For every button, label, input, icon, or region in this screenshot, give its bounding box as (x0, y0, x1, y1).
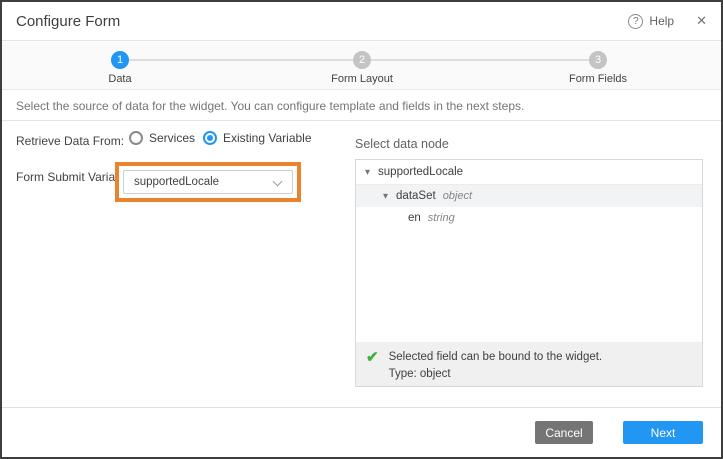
dialog-header: Configure Form ? Help ✕ (2, 2, 721, 41)
tree-node-label: en (408, 212, 421, 224)
dialog-content: Retrieve Data From: Services Existing Va… (2, 122, 721, 406)
radio-services[interactable]: Services (129, 131, 195, 145)
header-actions: ? Help ✕ (628, 13, 707, 29)
step-1-indicator[interactable]: 1 (111, 51, 129, 69)
tree-node-dataset[interactable]: ▾ dataSet object (356, 185, 702, 207)
data-node-tree: ▾ supportedLocale ▾ dataSet object en st… (355, 159, 703, 387)
radio-services-circle[interactable] (129, 131, 143, 145)
form-submit-variable-value: supportedLocale (134, 176, 219, 188)
page-title: Configure Form (16, 13, 120, 30)
help-button[interactable]: ? Help (628, 14, 674, 29)
tree-node-label: supportedLocale (378, 166, 463, 178)
step-1-label: Data (108, 73, 131, 85)
instruction-band: Select the source of data for the widget… (2, 91, 721, 121)
radio-existing-variable[interactable]: Existing Variable (203, 131, 312, 145)
binding-status-text: Selected field can be bound to the widge… (389, 348, 603, 380)
cancel-button[interactable]: Cancel (535, 421, 593, 444)
dialog-footer: Cancel Next (2, 407, 721, 457)
chevron-down-icon (273, 177, 283, 187)
tree-node-type: string (428, 212, 455, 224)
step-2-label: Form Layout (331, 73, 393, 85)
select-data-node-title: Select data node (355, 137, 449, 151)
caret-down-icon[interactable]: ▾ (365, 167, 370, 178)
step-3-label: Form Fields (569, 73, 627, 85)
close-icon[interactable]: ✕ (696, 13, 707, 29)
tree-node-type: object (443, 190, 472, 202)
binding-status-type: Type: object (389, 366, 603, 383)
retrieve-data-radio-group: Services Existing Variable (129, 131, 312, 145)
help-label: Help (649, 14, 674, 28)
radio-existing-variable-label: Existing Variable (223, 131, 312, 145)
radio-existing-variable-circle[interactable] (203, 131, 217, 145)
next-button[interactable]: Next (623, 421, 703, 444)
binding-status-message: Selected field can be bound to the widge… (389, 349, 603, 366)
caret-down-icon[interactable]: ▾ (383, 191, 388, 202)
binding-status: ✔ Selected field can be bound to the wid… (356, 342, 702, 386)
tree-node-en[interactable]: en string (356, 207, 702, 229)
step-2-indicator[interactable]: 2 (353, 51, 371, 69)
instruction-text: Select the source of data for the widget… (16, 99, 524, 113)
check-icon: ✔ (366, 348, 379, 380)
form-submit-variable-select[interactable]: supportedLocale (123, 170, 293, 194)
tree-node-label: dataSet (396, 190, 436, 202)
annotation-highlight: supportedLocale (115, 162, 301, 202)
configure-form-dialog: Configure Form ? Help ✕ 1 2 3 Data Form … (0, 0, 723, 459)
tree-node-supportedlocale[interactable]: ▾ supportedLocale (356, 160, 702, 185)
retrieve-data-from-label: Retrieve Data From: (16, 134, 124, 148)
step-3-indicator[interactable]: 3 (589, 51, 607, 69)
radio-services-label: Services (149, 131, 195, 145)
stepper: 1 2 3 Data Form Layout Form Fields (2, 42, 721, 90)
help-icon: ? (628, 14, 643, 29)
